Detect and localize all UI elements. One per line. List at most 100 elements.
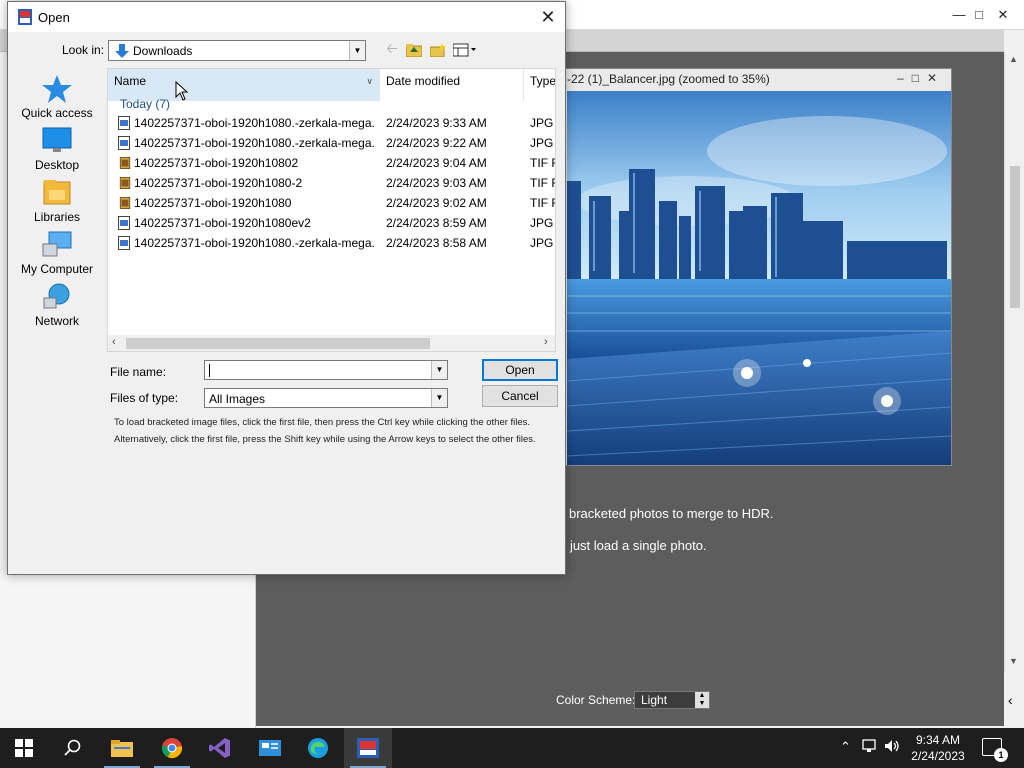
notification-count: 1 bbox=[994, 748, 1008, 762]
file-row[interactable]: 1402257371-oboi-1920h1080.-zerkala-mega.… bbox=[108, 133, 555, 153]
tif-file-icon bbox=[119, 197, 131, 209]
place-network[interactable]: Network bbox=[8, 282, 106, 328]
taskbar-visual-studio[interactable] bbox=[196, 728, 244, 768]
file-row[interactable]: 1402257371-oboi-1920h1080.-zerkala-mega.… bbox=[108, 113, 555, 133]
place-label: My Computer bbox=[20, 262, 94, 276]
file-date: 2/24/2023 9:04 AM bbox=[386, 156, 487, 170]
back-arrow-icon[interactable]: 🡠 bbox=[382, 40, 402, 60]
group-header-today[interactable]: Today (7) bbox=[120, 97, 170, 111]
taskbar-file-explorer[interactable] bbox=[98, 728, 146, 768]
place-quick-access[interactable]: Quick access bbox=[8, 74, 106, 120]
open-button[interactable]: Open bbox=[482, 359, 558, 381]
file-name: 1402257371-oboi-1920h1080.-zerkala-mega.… bbox=[134, 236, 374, 250]
network-tray-icon[interactable] bbox=[862, 739, 878, 756]
places-bar: Quick access Desktop Libraries My Comput… bbox=[8, 68, 106, 338]
desktop-icon bbox=[42, 127, 72, 152]
scroll-left-icon[interactable]: ‹ bbox=[112, 336, 116, 348]
place-desktop[interactable]: Desktop bbox=[8, 126, 106, 172]
vertical-scrollbar[interactable]: ▲ ▼ bbox=[1004, 52, 1024, 672]
file-explorer-icon bbox=[111, 740, 133, 757]
file-name: 1402257371-oboi-1920h1080-2 bbox=[134, 176, 303, 190]
column-header-date[interactable]: Date modified bbox=[380, 69, 524, 101]
right-strip: ‹ bbox=[1004, 672, 1024, 728]
chevron-down-icon[interactable]: ▼ bbox=[431, 361, 447, 379]
visual-studio-icon bbox=[209, 738, 230, 758]
close-icon[interactable]: ✕ bbox=[994, 6, 1012, 24]
up-folder-icon[interactable] bbox=[404, 40, 424, 60]
scroll-right-icon[interactable]: › bbox=[544, 336, 548, 348]
instruction-text-2: r just load a single photo. bbox=[562, 538, 707, 553]
dialog-titlebar[interactable]: Open ✕ bbox=[8, 2, 565, 32]
color-scheme-select[interactable]: Light ▲ ▼ bbox=[634, 691, 710, 709]
notification-icon[interactable]: 1 bbox=[982, 738, 1008, 762]
image-window-title: -22 (1)_Balancer.jpg (zoomed to 35%) bbox=[567, 72, 770, 86]
scrollbar-thumb[interactable] bbox=[126, 338, 430, 349]
file-name-input[interactable]: ▼ bbox=[204, 360, 448, 380]
minimize-icon[interactable]: — bbox=[950, 6, 968, 24]
start-button[interactable] bbox=[0, 728, 48, 768]
scrollbar-thumb[interactable] bbox=[1010, 166, 1020, 308]
download-arrow-icon bbox=[114, 43, 130, 62]
file-name: 1402257371-oboi-1920h1080.-zerkala-mega.… bbox=[134, 116, 374, 130]
computer-icon bbox=[42, 231, 72, 257]
file-row[interactable]: 1402257371-oboi-1920h10802 2/24/2023 9:0… bbox=[108, 153, 555, 173]
color-scheme-label: Color Scheme: bbox=[556, 693, 636, 707]
network-icon bbox=[43, 283, 70, 309]
spinner-icon[interactable]: ▲ ▼ bbox=[695, 692, 709, 708]
place-libraries[interactable]: Libraries bbox=[8, 178, 106, 224]
file-type: JPG F bbox=[530, 236, 555, 250]
chevron-up-icon[interactable]: ⌃ bbox=[840, 739, 851, 755]
horizontal-scrollbar[interactable]: ‹ › bbox=[108, 335, 555, 351]
hint-text-1: To load bracketed image files, click the… bbox=[114, 417, 531, 428]
file-list[interactable]: Name ∨ Date modified Type Today (7) 1402… bbox=[107, 68, 556, 352]
view-menu-icon[interactable] bbox=[452, 40, 478, 60]
mouse-cursor-icon bbox=[175, 81, 189, 101]
file-type: JPG F bbox=[530, 116, 555, 130]
look-in-combobox[interactable]: Downloads ▼ bbox=[108, 40, 366, 61]
place-my-computer[interactable]: My Computer bbox=[8, 230, 106, 276]
place-label: Network bbox=[34, 314, 79, 328]
files-of-type-select[interactable]: All Images ▼ bbox=[204, 388, 448, 408]
chevron-down-icon[interactable]: ▼ bbox=[349, 41, 365, 60]
windows-start-icon bbox=[15, 739, 33, 757]
scroll-down-icon[interactable]: ▼ bbox=[1009, 656, 1018, 666]
clock-date: 2/24/2023 bbox=[911, 749, 965, 763]
look-in-value: Downloads bbox=[133, 44, 193, 58]
chevron-down-icon[interactable]: ▼ bbox=[431, 389, 447, 407]
color-scheme-value: Light bbox=[641, 693, 668, 707]
dialog-title: Open bbox=[38, 10, 70, 25]
jpg-file-icon bbox=[118, 136, 130, 150]
libraries-icon bbox=[43, 180, 71, 205]
open-file-dialog[interactable]: Open ✕ Look in: Downloads ▼ 🡠 Quick acce… bbox=[7, 1, 566, 575]
chevron-down-icon[interactable]: ∨ bbox=[366, 69, 373, 93]
new-folder-icon[interactable] bbox=[428, 40, 448, 60]
column-type-label: Type bbox=[530, 74, 556, 88]
file-row[interactable]: 1402257371-oboi-1920h1080 2/24/2023 9:02… bbox=[108, 193, 555, 213]
file-row[interactable]: 1402257371-oboi-1920h1080.-zerkala-mega.… bbox=[108, 233, 555, 253]
chevron-left-icon[interactable]: ‹ bbox=[1008, 692, 1013, 708]
image-document-window[interactable]: -22 (1)_Balancer.jpg (zoomed to 35%) –□✕ bbox=[562, 68, 952, 466]
scroll-up-icon[interactable]: ▲ bbox=[1009, 54, 1018, 64]
taskbar: ⌃ 9:34 AM 2/24/2023 1 bbox=[0, 728, 1024, 768]
app-icon bbox=[18, 9, 32, 28]
file-row[interactable]: 1402257371-oboi-1920h1080-2 2/24/2023 9:… bbox=[108, 173, 555, 193]
taskbar-hdr-app[interactable] bbox=[344, 728, 392, 768]
taskbar-chrome[interactable] bbox=[148, 728, 196, 768]
image-window-controls[interactable]: –□✕ bbox=[897, 71, 945, 85]
file-date: 2/24/2023 9:22 AM bbox=[386, 136, 487, 150]
file-date: 2/24/2023 9:33 AM bbox=[386, 116, 487, 130]
taskbar-app[interactable] bbox=[246, 728, 294, 768]
search-button[interactable] bbox=[48, 728, 96, 768]
taskbar-edge[interactable] bbox=[294, 728, 342, 768]
place-label: Quick access bbox=[21, 106, 93, 120]
close-icon[interactable]: ✕ bbox=[537, 6, 559, 28]
column-header-type[interactable]: Type bbox=[524, 69, 556, 101]
file-date: 2/24/2023 8:59 AM bbox=[386, 216, 487, 230]
place-label: Libraries bbox=[33, 210, 81, 224]
maximize-icon[interactable]: □ bbox=[970, 6, 988, 24]
system-clock[interactable]: 9:34 AM 2/24/2023 bbox=[904, 732, 972, 764]
cancel-button[interactable]: Cancel bbox=[482, 385, 558, 407]
volume-icon[interactable] bbox=[884, 739, 900, 756]
clock-time: 9:34 AM bbox=[915, 733, 961, 747]
file-row[interactable]: 1402257371-oboi-1920h1080ev2 2/24/2023 8… bbox=[108, 213, 555, 233]
